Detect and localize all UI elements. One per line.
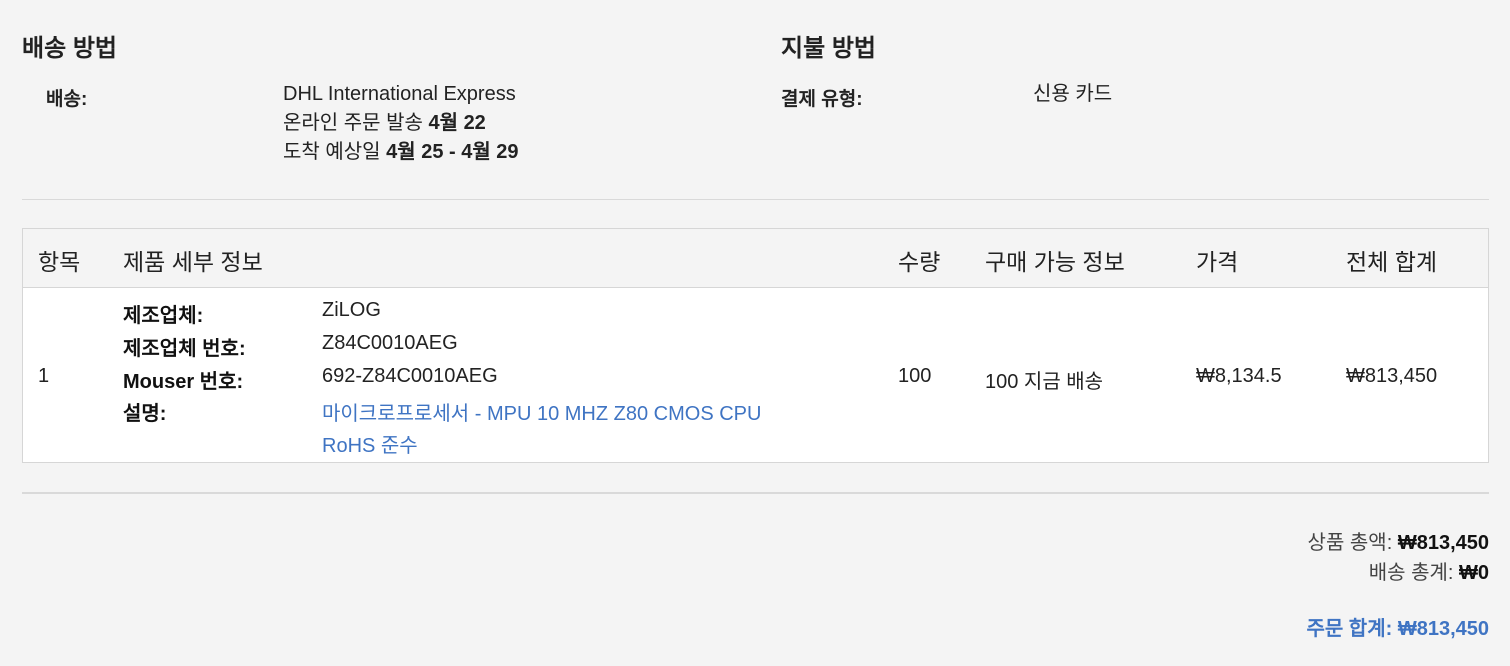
row-quantity: 100 (898, 365, 932, 387)
order-review-page: 배송 방법 배송: DHL International Express 온라인 … (0, 0, 1510, 666)
shipping-total-line: 배송 총계: ₩0 (1369, 556, 1489, 585)
table-header: 항목 제품 세부 정보 수량 구매 가능 정보 가격 전체 합계 (23, 229, 1488, 288)
header-product-details: 제품 세부 정보 (123, 249, 263, 275)
shipping-ship-date-line: 온라인 주문 발송 4월 22 (283, 109, 519, 138)
row-price: ₩8,134.5 (1196, 365, 1282, 387)
header-total: 전체 합계 (1346, 249, 1438, 275)
shipping-details: DHL International Express 온라인 주문 발송 4월 2… (283, 80, 519, 167)
description-label: 설명: (123, 403, 167, 425)
shipping-arrival-line: 도착 예상일 4월 25 - 4월 29 (283, 138, 519, 167)
shipping-ship-prefix: 온라인 주문 발송 (283, 112, 429, 134)
description-link-line2[interactable]: RoHS 준수 (322, 429, 418, 458)
mfr-part-value: Z84C0010AEG (322, 332, 458, 354)
manufacturer-label: 제조업체: (123, 305, 204, 327)
payment-method-title: 지불 방법 (781, 35, 876, 62)
subtotal-label: 상품 총액: (1307, 532, 1398, 554)
subtotal-line: 상품 총액: ₩813,450 (1308, 526, 1489, 555)
row-availability: 100 지금 배송 (985, 371, 1104, 393)
payment-type-label: 결제 유형: (781, 89, 863, 110)
header-price: 가격 (1196, 249, 1239, 275)
section-divider (22, 199, 1489, 200)
order-total-label: 주문 합계: (1306, 618, 1398, 640)
manufacturer-value: ZiLOG (322, 299, 381, 321)
row-total: ₩813,450 (1346, 365, 1438, 387)
shipping-label: 배송: (46, 89, 88, 110)
header-availability: 구매 가능 정보 (985, 249, 1125, 275)
order-items-table: 항목 제품 세부 정보 수량 구매 가능 정보 가격 전체 합계 1 제조업체:… (22, 228, 1489, 463)
shipping-carrier: DHL International Express (283, 83, 516, 105)
header-item: 항목 (38, 249, 81, 275)
payment-type-value: 신용 카드 (1033, 83, 1113, 105)
shipping-ship-date: 4월 22 (428, 112, 486, 134)
shipping-total-value: ₩0 (1459, 562, 1489, 584)
mfr-part-label: 제조업체 번호: (123, 338, 246, 360)
shipping-total-label: 배송 총계: (1368, 562, 1459, 584)
header-quantity: 수량 (898, 249, 941, 275)
shipping-arrival-prefix: 도착 예상일 (283, 141, 387, 163)
mouser-part-label: Mouser 번호: (123, 371, 244, 393)
shipping-method-title: 배송 방법 (22, 35, 117, 62)
order-total-value: ₩813,450 (1397, 618, 1489, 640)
subtotal-value: ₩813,450 (1397, 532, 1489, 554)
row-item-number: 1 (38, 365, 50, 387)
order-total-line: 주문 합계: ₩813,450 (1306, 612, 1489, 641)
summary-divider (22, 492, 1489, 494)
shipping-arrival-range: 4월 25 - 4월 29 (386, 141, 519, 163)
mouser-part-value: 692-Z84C0010AEG (322, 365, 498, 387)
description-link-line1[interactable]: 마이크로프로세서 - MPU 10 MHZ Z80 CMOS CPU (322, 397, 761, 426)
